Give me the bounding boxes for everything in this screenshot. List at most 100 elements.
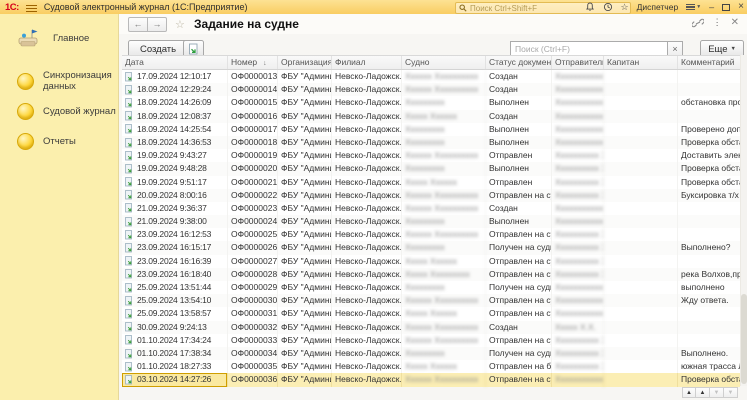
table-row[interactable]: 25.09.2024 13:58:57ОФ0000031ФБУ "Админис… (122, 307, 740, 320)
cell-date: 25.09.2024 13:58:57 (122, 307, 228, 320)
user-menu-button[interactable]: ▼ (686, 2, 701, 12)
go-to-bottom-button[interactable]: ▼ (724, 387, 738, 398)
table-row[interactable]: 30.09.2024 9:24:13ОФ0000032ФБУ "Админист… (122, 321, 740, 334)
window-maximize-button[interactable] (722, 4, 730, 11)
column-header-captain[interactable]: Капитан (604, 56, 678, 69)
cell-number: ОФ0000027 (228, 255, 278, 268)
close-form-icon[interactable]: ✕ (731, 17, 739, 28)
go-to-top-button[interactable]: ▲ (682, 387, 696, 398)
table-row[interactable]: 23.09.2024 16:15:17ОФ0000026ФБУ "Админис… (122, 241, 740, 254)
column-header-comment[interactable]: Комментарий (678, 56, 740, 69)
cell-date: 23.09.2024 16:15:17 (122, 241, 228, 254)
page-up-button[interactable]: ▲ (696, 387, 710, 398)
cell-branch: Невско-Ладожск... (332, 136, 402, 149)
cell-comment (678, 83, 740, 96)
history-clock-icon[interactable] (603, 2, 613, 12)
favorites-star-icon[interactable]: ☆ (621, 2, 629, 12)
sidebar-item-journal[interactable]: Судовой журнал (0, 96, 118, 126)
cell-vessel: Ххххххххх (402, 281, 486, 294)
table-row[interactable]: 01.10.2024 18:27:33ОФ0000035ФБУ "Админис… (122, 360, 740, 373)
cell-sender: Хххххххххх Х.Х. (552, 176, 604, 189)
cell-number: ОФ0000016 (228, 110, 278, 123)
cell-org: ФБУ "Админист... (278, 176, 332, 189)
table-row[interactable]: 25.09.2024 13:51:44ОФ0000029ФБУ "Админис… (122, 281, 740, 294)
table-row[interactable]: 23.09.2024 16:16:39ОФ0000027ФБУ "Админис… (122, 255, 740, 268)
more-options-kebab-icon[interactable]: ⋮ (713, 17, 722, 28)
document-posted-icon (125, 85, 134, 95)
cell-vessel: Хххххх Хххххххххх (402, 373, 486, 386)
cell-captain (604, 162, 678, 175)
sidebar-item-reports[interactable]: Отчеты (0, 126, 118, 156)
column-header-org[interactable]: Организация (278, 56, 332, 69)
main-menu-icon[interactable] (26, 3, 37, 11)
table-row[interactable]: 19.09.2024 9:48:28ОФ0000020ФБУ "Админист… (122, 162, 740, 175)
cell-sender: Ххххххххххх Х.Х. (552, 215, 604, 228)
column-header-date[interactable]: Дата (122, 56, 228, 69)
cell-vessel: Ххххххххх (402, 96, 486, 109)
table-row[interactable]: 21.09.2024 9:38:00ОФ0000024ФБУ "Админист… (122, 215, 740, 228)
table-row[interactable]: 19.09.2024 9:43:27ОФ0000019ФБУ "Админист… (122, 149, 740, 162)
favorite-star-icon[interactable]: ☆ (175, 18, 185, 31)
notifications-bell-icon[interactable] (585, 2, 595, 12)
column-header-branch[interactable]: Филиал (332, 56, 402, 69)
cell-vessel: Хххххх Хххххххххх (402, 294, 486, 307)
cell-org: ФБУ "Админист... (278, 96, 332, 109)
window-minimize-button[interactable]: – (709, 2, 714, 12)
cell-captain (604, 228, 678, 241)
table-row[interactable]: 17.09.2024 12:10:17ОФ0000013ФБУ "Админис… (122, 70, 740, 83)
cell-status: Отправлен на су... (486, 189, 552, 202)
cell-vessel: Ххххх Ххххххххх (402, 268, 486, 281)
search-icon (459, 4, 467, 12)
cell-comment: Проверено допо... (678, 123, 740, 136)
cell-date: 18.09.2024 14:36:53 (122, 136, 228, 149)
cell-sender: Ххххххххххх Х.Х. (552, 202, 604, 215)
forward-button[interactable]: → (148, 17, 167, 32)
cell-date: 19.09.2024 9:51:17 (122, 176, 228, 189)
table-row[interactable]: 19.09.2024 9:51:17ОФ0000021ФБУ "Админист… (122, 176, 740, 189)
document-posted-icon (125, 217, 134, 227)
sidebar-item-glavnoe[interactable]: Главное (0, 18, 118, 58)
cell-comment (678, 110, 740, 123)
table-row[interactable]: 18.09.2024 14:36:53ОФ0000018ФБУ "Админис… (122, 136, 740, 149)
cell-date: 01.10.2024 17:34:24 (122, 334, 228, 347)
page-down-button[interactable]: ▼ (710, 387, 724, 398)
scrollbar-thumb[interactable] (741, 294, 747, 384)
cell-sender: Ххххххххххх Х.Х. (552, 70, 604, 83)
table-row[interactable]: 23.09.2024 16:12:53ОФ0000025ФБУ "Админис… (122, 228, 740, 241)
cell-branch: Невско-Ладожск... (332, 162, 402, 175)
cell-comment: Буксировка т/х Р... (678, 189, 740, 202)
table-row[interactable]: 25.09.2024 13:54:10ОФ0000030ФБУ "Админис… (122, 294, 740, 307)
column-header-vessel[interactable]: Судно (402, 56, 486, 69)
cell-status: Получен на судне (486, 281, 552, 294)
column-header-status[interactable]: Статус документа (486, 56, 552, 69)
window-close-button[interactable]: × (738, 2, 744, 12)
cell-sender: Ххххххххххх Х.Х. (552, 294, 604, 307)
column-header-sender[interactable]: Отправитель (552, 56, 604, 69)
cell-sender: Хххххххххх Х.Х. (552, 162, 604, 175)
cell-branch: Невско-Ладожск... (332, 321, 402, 334)
table-row[interactable]: 01.10.2024 17:34:24ОФ0000033ФБУ "Админис… (122, 334, 740, 347)
cell-captain (604, 281, 678, 294)
vertical-scrollbar[interactable] (740, 55, 747, 386)
cell-comment: южная трасса Л... (678, 360, 740, 373)
cell-date: 18.09.2024 12:29:24 (122, 83, 228, 96)
get-link-icon[interactable] (692, 18, 704, 28)
table-row[interactable]: 23.09.2024 16:18:40ОФ0000028ФБУ "Админис… (122, 268, 740, 281)
sidebar-item-label: Судовой журнал (43, 106, 116, 117)
document-posted-icon (125, 138, 134, 148)
table-row[interactable]: 21.09.2024 9:36:37ОФ0000023ФБУ "Админист… (122, 202, 740, 215)
column-header-number[interactable]: Номер↓ (228, 56, 278, 69)
table-row[interactable]: 20.09.2024 8:00:16ОФ0000022ФБУ "Админист… (122, 189, 740, 202)
table-row[interactable]: 01.10.2024 17:38:34ОФ0000034ФБУ "Админис… (122, 347, 740, 360)
table-row[interactable]: 03.10.2024 14:27:26ОФ0000036ФБУ "Админис… (122, 373, 740, 386)
cell-number: ОФ0000017 (228, 123, 278, 136)
table-row[interactable]: 18.09.2024 14:25:54ОФ0000017ФБУ "Админис… (122, 123, 740, 136)
back-button[interactable]: ← (128, 17, 148, 32)
cell-branch: Невско-Ладожск... (332, 110, 402, 123)
cell-number: ОФ0000023 (228, 202, 278, 215)
sidebar-item-sync[interactable]: Синхронизация данных (0, 66, 118, 96)
table-row[interactable]: 18.09.2024 12:08:37ОФ0000016ФБУ "Админис… (122, 110, 740, 123)
table-row[interactable]: 18.09.2024 12:29:24ОФ0000014ФБУ "Админис… (122, 83, 740, 96)
table-row[interactable]: 18.09.2024 14:26:09ОФ0000015ФБУ "Админис… (122, 96, 740, 109)
document-posted-icon (125, 177, 134, 187)
